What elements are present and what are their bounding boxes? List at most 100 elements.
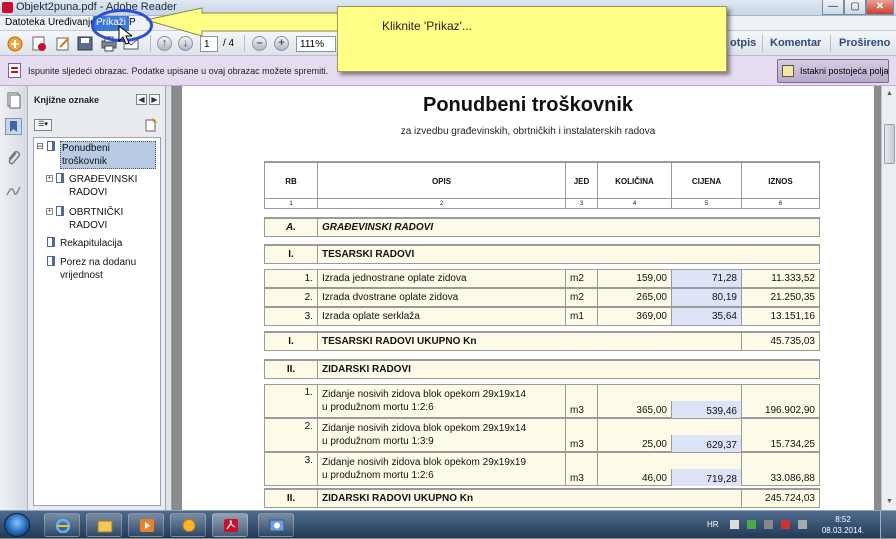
page-thumbnails-icon[interactable] bbox=[5, 92, 22, 109]
tray-device-icon[interactable] bbox=[764, 520, 773, 529]
col-header-opis: OPIS bbox=[317, 163, 565, 199]
item-price-field[interactable]: 539,46 bbox=[671, 401, 741, 418]
total-value: 45.735,03 bbox=[741, 333, 819, 350]
menu-datoteka[interactable]: Datoteka bbox=[2, 16, 48, 31]
document-view: Ponudbeni troškovnik za izvedbu građevin… bbox=[172, 86, 881, 510]
tray-flag-icon[interactable] bbox=[730, 520, 739, 529]
options-dropdown-icon[interactable]: ☰▾ bbox=[34, 119, 52, 131]
item-description-line: Zidanje nosivih zidova blok opekom 29x19… bbox=[322, 423, 527, 434]
pdf-page: Ponudbeni troškovnik za izvedbu građevin… bbox=[182, 86, 874, 510]
attachments-icon[interactable] bbox=[5, 150, 22, 167]
col-number: 6 bbox=[741, 199, 819, 208]
section-title: GRAĐEVINSKI RADOVI bbox=[317, 219, 819, 236]
highlight-fields-label: Istakni postojeća polja bbox=[800, 66, 889, 76]
taskbar-sun-app[interactable] bbox=[170, 513, 206, 537]
item-quantity: 369,00 bbox=[597, 308, 671, 325]
scroll-up-icon[interactable]: ▲ bbox=[884, 88, 895, 99]
bookmark-rekapitulacija[interactable]: Rekapitulacija bbox=[36, 237, 160, 252]
bookmark-page-icon bbox=[56, 173, 64, 183]
group-heading-row: I. TESARSKI RADOVI bbox=[264, 244, 820, 264]
taskbar-recorder[interactable] bbox=[258, 513, 294, 537]
bookmark-page-icon bbox=[47, 256, 55, 266]
total-label: ZIDARSKI RADOVI UKUPNO Kn bbox=[317, 490, 741, 507]
col-number: 1 bbox=[289, 200, 293, 207]
bookmarks-icon[interactable] bbox=[5, 118, 22, 135]
bookmark-obrtnicki-radovi[interactable]: + OBRTNIČKI RADOVI bbox=[46, 206, 160, 234]
taskbar-clock[interactable]: 8:52 08.03.2014. bbox=[820, 514, 866, 536]
bookmarks-title: Knjižne oznake bbox=[34, 95, 100, 105]
collapse-panel-icon[interactable]: ◀ bbox=[136, 94, 147, 105]
item-price-field[interactable]: 629,37 bbox=[671, 435, 741, 452]
table-row: 3. Zidanje nosivih zidova blok opekom 29… bbox=[264, 452, 820, 486]
item-price-field[interactable]: 719,28 bbox=[671, 469, 741, 486]
taskbar-adobe-reader[interactable] bbox=[212, 513, 248, 537]
signatures-icon[interactable] bbox=[5, 182, 22, 199]
scroll-down-icon[interactable]: ▼ bbox=[884, 496, 895, 507]
item-quantity: 25,00 bbox=[597, 419, 671, 451]
vertical-scrollbar[interactable]: ▲ ▼ bbox=[881, 86, 896, 510]
group-total-row: II. ZIDARSKI RADOVI UKUPNO Kn 245.724,03 bbox=[264, 488, 820, 508]
item-rb: 2. bbox=[304, 421, 313, 432]
item-description-line: u produžnom mortu 1:3:9 bbox=[322, 436, 434, 447]
highlight-fields-button[interactable]: Istakni postojeća polja bbox=[777, 59, 889, 83]
bookmarks-tree: ⊟ Ponudbeni troškovnik + GRAĐEVINSKI RAD… bbox=[33, 137, 161, 506]
comment-link[interactable]: Komentar bbox=[770, 37, 821, 49]
bookmark-ponudbeni-troskovnik[interactable]: ⊟ Ponudbeni troškovnik bbox=[36, 141, 160, 169]
tree-expand-icon[interactable]: + bbox=[46, 208, 53, 215]
clock-date: 08.03.2014. bbox=[821, 526, 865, 535]
table-header-row: RB OPIS JED KOLIČINA CIJENA IZNOS bbox=[264, 161, 820, 200]
show-desktop-button[interactable] bbox=[880, 511, 896, 539]
windows-taskbar: HR 8:52 08.03.2014. bbox=[0, 510, 896, 539]
new-bookmark-icon[interactable] bbox=[144, 118, 158, 132]
create-pdf-icon[interactable] bbox=[6, 35, 24, 52]
bookmark-porez[interactable]: Porez na dodanu vrijednost bbox=[36, 256, 160, 284]
item-description-line: Zidanje nosivih zidova blok opekom 29x19… bbox=[322, 457, 527, 468]
bookmarks-toolbar: ☰▾ bbox=[28, 114, 166, 136]
item-description: Zidanje nosivih zidova blok opekom 29x19… bbox=[317, 419, 565, 451]
save-icon[interactable] bbox=[76, 35, 94, 52]
minimize-button[interactable]: — bbox=[822, 0, 844, 15]
close-button[interactable]: ✕ bbox=[866, 0, 894, 15]
tree-collapse-icon[interactable]: ⊟ bbox=[36, 142, 44, 151]
bookmark-gradevinski-radovi[interactable]: + GRAĐEVINSKI RADOVI bbox=[46, 173, 160, 201]
col-number: 2 bbox=[317, 199, 565, 208]
section-rb: A. bbox=[286, 222, 296, 233]
item-description: Zidanje nosivih zidova blok opekom 29x19… bbox=[317, 385, 565, 417]
item-amount: 196.902,90 bbox=[741, 385, 819, 417]
item-rb: 3. bbox=[304, 311, 313, 322]
tray-network-icon[interactable] bbox=[798, 520, 807, 529]
col-header-rb: RB bbox=[285, 176, 297, 186]
bookmark-label: Porez na dodanu vrijednost bbox=[60, 257, 137, 281]
taskbar-media-player[interactable] bbox=[128, 513, 164, 537]
tree-expand-icon[interactable]: + bbox=[46, 175, 53, 182]
item-unit: m1 bbox=[565, 308, 597, 325]
item-price-field[interactable]: 71,28 bbox=[671, 270, 741, 287]
group-heading-row: II. ZIDARSKI RADOVI bbox=[264, 359, 820, 379]
item-quantity: 365,00 bbox=[597, 385, 671, 417]
tray-security-icon[interactable] bbox=[747, 520, 756, 529]
taskbar-file-explorer[interactable] bbox=[86, 513, 122, 537]
open-file-icon[interactable] bbox=[30, 35, 48, 52]
item-unit: m2 bbox=[565, 289, 597, 306]
tray-alert-icon[interactable] bbox=[781, 520, 790, 529]
group-total-row: I. TESARSKI RADOVI UKUPNO Kn 45.735,03 bbox=[264, 331, 820, 351]
expand-panel-icon[interactable]: ▶ bbox=[149, 94, 160, 105]
extended-link[interactable]: Prošireno bbox=[839, 37, 890, 49]
tools-link[interactable]: otpis bbox=[730, 37, 756, 49]
input-language[interactable]: HR bbox=[707, 520, 719, 529]
taskbar-internet-explorer[interactable] bbox=[44, 513, 80, 537]
windows-start-button[interactable] bbox=[4, 513, 30, 537]
item-rb: 2. bbox=[304, 292, 313, 303]
form-notice-message: Ispunite sljedeći obrazac. Podatke upisa… bbox=[28, 66, 329, 76]
item-unit: m3 bbox=[565, 419, 597, 451]
maximize-button[interactable]: ▢ bbox=[844, 0, 866, 15]
item-unit: m3 bbox=[565, 453, 597, 485]
item-amount: 33.086,88 bbox=[741, 453, 819, 485]
item-rb: 1. bbox=[304, 387, 313, 398]
edit-document-icon[interactable] bbox=[54, 35, 72, 52]
scrollbar-thumb[interactable] bbox=[884, 124, 895, 164]
group-rb: I. bbox=[288, 249, 294, 260]
item-description: Zidanje nosivih zidova blok opekom 29x19… bbox=[317, 453, 565, 485]
item-price-field[interactable]: 35,64 bbox=[671, 308, 741, 325]
item-price-field[interactable]: 80,19 bbox=[671, 289, 741, 306]
